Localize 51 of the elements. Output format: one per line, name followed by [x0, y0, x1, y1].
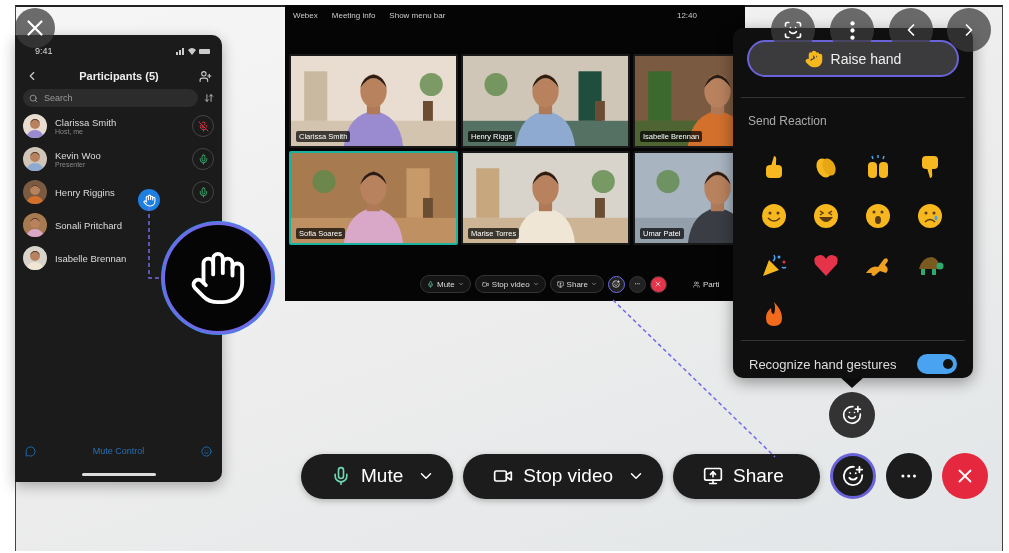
caret-icon [532, 281, 539, 287]
reactions-icon [612, 280, 621, 288]
search-icon [29, 93, 38, 103]
people-icon [692, 280, 700, 288]
menu-item[interactable]: Webex [293, 10, 318, 20]
gesture-toggle[interactable] [917, 354, 957, 374]
reactions-icon [841, 465, 864, 487]
menu-item[interactable]: Show menu bar [389, 10, 446, 20]
caret-icon [590, 281, 597, 287]
caret-icon [457, 281, 464, 287]
participant-name: Isabelle Brennan [55, 252, 128, 264]
menu-item[interactable]: Meeting info [331, 10, 376, 20]
status-time: 9:41 [35, 46, 53, 56]
video-camera-icon [481, 280, 489, 288]
scan-icon [783, 20, 803, 40]
microphone-icon [427, 280, 434, 288]
stop-video-button[interactable]: Stop video [474, 275, 546, 293]
search-input[interactable]: Search [42, 92, 166, 104]
toggle-label: Recognize hand gestures [749, 356, 897, 372]
screen-title: Participants (5) [79, 70, 159, 82]
reactions-icon [842, 405, 862, 425]
hand-icon [804, 49, 823, 68]
participant-name: Sonali Pritchard [55, 219, 124, 231]
share-button[interactable]: Share [673, 453, 820, 499]
chat-icon [25, 445, 36, 457]
more-icon [849, 20, 855, 40]
add-person-icon [199, 69, 212, 83]
microphone-icon [197, 153, 209, 165]
leave-button[interactable] [649, 275, 667, 293]
participant-name: Clarissa Smith [55, 117, 118, 128]
stop-video-button[interactable]: Stop video [463, 453, 664, 499]
microphone-icon [197, 186, 209, 198]
more-icon [901, 474, 917, 478]
share-button[interactable]: Share [549, 275, 604, 293]
section-heading: Send Reaction [747, 113, 828, 128]
share-screen-icon [703, 466, 724, 486]
mute-button[interactable]: Mute [301, 453, 454, 499]
participant-name: Henry Riggins [55, 186, 116, 198]
sort-icon [204, 93, 214, 103]
reactions-icon [201, 445, 212, 457]
muted-microphone-icon [197, 120, 209, 132]
mute-button[interactable]: Mute [420, 275, 471, 293]
participants-button[interactable]: Parti [692, 279, 720, 289]
search-field[interactable]: Search [23, 89, 198, 107]
share-screen-icon [556, 280, 564, 288]
participant-name: Kevin Woo [55, 150, 102, 161]
status-icons-drawing [176, 47, 210, 55]
clock-time: 12:40 [676, 10, 697, 20]
microphone-icon [331, 466, 351, 486]
reactions-button[interactable] [607, 275, 625, 293]
close-icon [654, 280, 663, 288]
